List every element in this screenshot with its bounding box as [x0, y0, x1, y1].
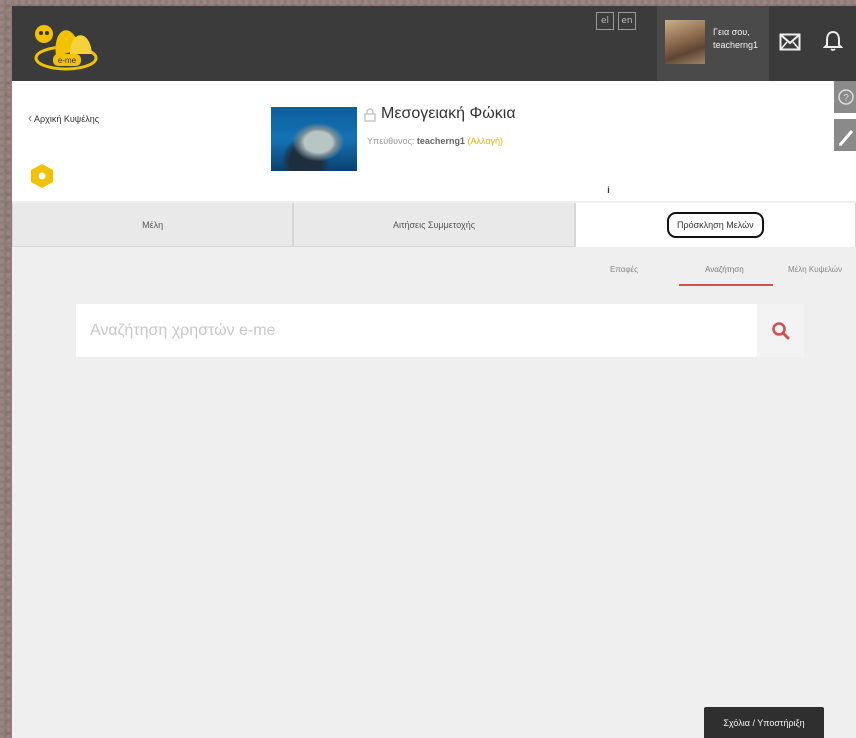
photo-info-icon[interactable]: i — [602, 184, 615, 197]
lang-el-button[interactable]: el — [596, 12, 614, 30]
tab-label: Πρόσκληση Μελών — [666, 212, 764, 238]
owner-prefix: Υπεύθυνος: — [367, 136, 417, 146]
tab-join-requests[interactable]: Αιτήσεις Συμμετοχής — [293, 203, 575, 247]
owner-name: teacherng1 — [416, 136, 465, 146]
lang-en-button[interactable]: en — [618, 12, 636, 30]
username: teacherng1 — [713, 40, 759, 50]
subtab-hive-members[interactable]: Μέλη Κυψελών — [788, 265, 842, 274]
top-bar: e-me el en Γεια σου, teacherng1 — [12, 6, 856, 81]
group-owner: Υπεύθυνος: teacherng1 (Αλλαγή) — [367, 136, 503, 146]
tab-label: Αιτήσεις Συμμετοχής — [392, 219, 476, 230]
subtab-search[interactable]: Αναζήτηση — [705, 265, 744, 274]
svg-text:e-me: e-me — [58, 56, 77, 65]
invite-subtabs: Επαφές Αναζήτηση Μέλη Κυψελών — [12, 261, 856, 289]
e-me-logo[interactable]: e-me — [26, 16, 106, 74]
lock-icon — [364, 108, 376, 122]
change-owner-link[interactable]: (Αλλαγή) — [467, 136, 503, 146]
avatar — [665, 20, 705, 64]
tab-members[interactable]: Μέλη — [12, 203, 294, 247]
back-to-hive-link[interactable]: ‹ Αρχική Κυψέλης — [28, 111, 99, 125]
user-search-input[interactable] — [76, 304, 757, 357]
group-title: Μεσογειακή Φώκια — [381, 105, 516, 122]
edit-side-button[interactable] — [834, 119, 856, 151]
back-link-label: Αρχική Κυψέλης — [34, 114, 100, 124]
user-menu[interactable]: Γεια σου, teacherng1 — [657, 6, 769, 81]
pencil-icon — [838, 130, 854, 146]
subtab-contacts[interactable]: Επαφές — [610, 265, 638, 274]
tab-invite-members[interactable]: Πρόσκληση Μελών — [574, 203, 856, 247]
feedback-support-button[interactable]: Σχόλια / Υποστήριξη — [704, 707, 824, 738]
svg-text:?: ? — [843, 93, 849, 104]
active-subtab-indicator — [679, 284, 773, 286]
mail-icon[interactable] — [779, 33, 801, 51]
hexagon-badge-icon[interactable] — [30, 163, 54, 189]
user-greeting: Γεια σου, teacherng1 — [713, 26, 758, 52]
language-switcher: el en — [596, 12, 636, 30]
group-photo[interactable]: i — [271, 107, 615, 197]
greeting-line: Γεια σου, — [713, 27, 750, 37]
group-header: ‹ Αρχική Κυψέλης i Μεσογειακή Φώκια Υπεύθ… — [12, 81, 856, 201]
browser-screen: e-me el en Γεια σου, teacherng1 ‹ Αρχική … — [12, 6, 856, 738]
chevron-left-icon: ‹ — [28, 111, 32, 125]
question-icon: ? — [838, 89, 854, 105]
tab-label: Μέλη — [142, 219, 164, 230]
help-side-button[interactable]: ? — [834, 81, 856, 113]
search-icon — [771, 321, 789, 339]
bell-icon[interactable] — [823, 30, 843, 52]
member-tabs: Μέλη Αιτήσεις Συμμετοχής Πρόσκληση Μελών — [12, 203, 856, 247]
search-button[interactable] — [757, 304, 804, 357]
